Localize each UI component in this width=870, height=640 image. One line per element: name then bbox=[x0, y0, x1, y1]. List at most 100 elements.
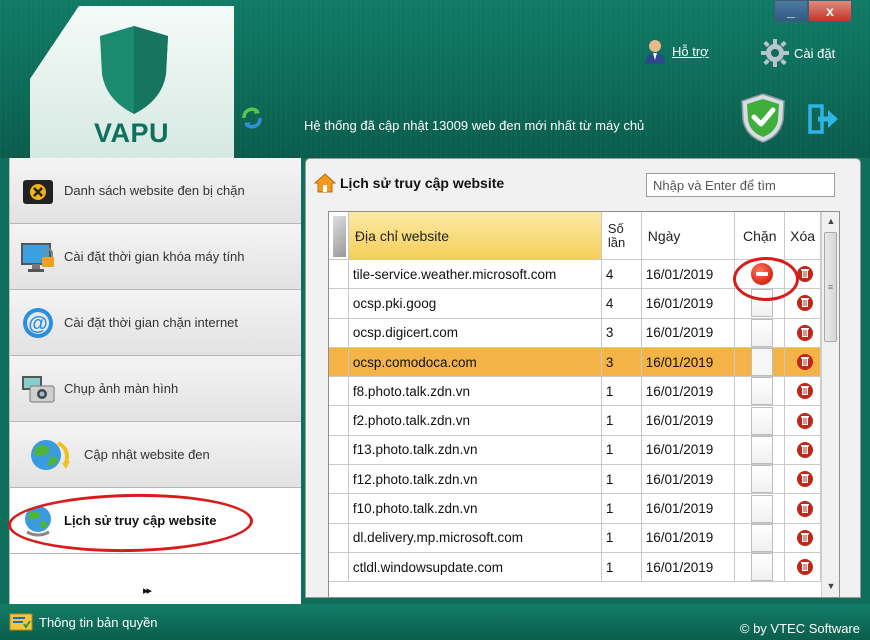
table-row[interactable]: ctldl.windowsupdate.com 1 16/01/2019 bbox=[329, 552, 822, 583]
exit-icon[interactable] bbox=[808, 104, 840, 134]
block-checkbox[interactable] bbox=[750, 318, 773, 347]
license-certificate-icon bbox=[9, 613, 33, 631]
table-scrollbar[interactable]: ▲ ≡ ▼ bbox=[821, 212, 839, 597]
cell-block bbox=[735, 552, 786, 583]
cell-delete bbox=[785, 289, 822, 319]
panel-title: Lịch sử truy cập website bbox=[314, 173, 504, 193]
delete-icon[interactable] bbox=[796, 470, 813, 488]
column-header-address[interactable]: Địa chỉ website bbox=[348, 212, 602, 260]
column-header-times[interactable]: Số lần bbox=[601, 212, 642, 260]
cell-address: f10.photo.talk.zdn.vn bbox=[348, 494, 602, 524]
cell-block bbox=[735, 318, 786, 348]
cell-block bbox=[735, 435, 786, 466]
table-row[interactable]: tile-service.weather.microsoft.com 4 16/… bbox=[329, 260, 822, 290]
cell-times: 1 bbox=[601, 552, 642, 583]
block-checkbox[interactable] bbox=[750, 435, 773, 464]
delete-icon[interactable] bbox=[796, 441, 813, 459]
panel-title-text: Lịch sử truy cập website bbox=[340, 175, 505, 191]
sync-icon[interactable] bbox=[240, 106, 264, 130]
settings-link[interactable]: Cài đặt bbox=[760, 38, 835, 68]
table-row[interactable]: f12.photo.talk.zdn.vn 1 16/01/2019 bbox=[329, 465, 822, 495]
cell-block bbox=[735, 406, 786, 436]
select-all-corner[interactable] bbox=[329, 212, 349, 260]
cell-address: tile-service.weather.microsoft.com bbox=[348, 260, 602, 290]
block-checkbox[interactable] bbox=[750, 553, 773, 582]
sidebar-item-history[interactable]: Lịch sử truy cập website bbox=[7, 488, 301, 555]
column-header-block[interactable]: Chặn bbox=[735, 212, 786, 260]
cell-delete bbox=[785, 318, 822, 348]
table-row[interactable]: ocsp.digicert.com 3 16/01/2019 bbox=[329, 318, 822, 348]
block-checkbox[interactable] bbox=[750, 465, 773, 494]
block-checkbox[interactable] bbox=[750, 289, 773, 318]
delete-icon[interactable] bbox=[796, 500, 813, 518]
cell-block bbox=[735, 260, 786, 290]
blocked-icon[interactable] bbox=[750, 263, 773, 286]
table-row[interactable]: f10.photo.talk.zdn.vn 1 16/01/2019 bbox=[329, 494, 822, 524]
block-checkbox[interactable] bbox=[750, 377, 773, 406]
sidebar-item-update-blacklist[interactable]: Cập nhật website đen bbox=[10, 422, 301, 488]
delete-icon[interactable] bbox=[796, 382, 813, 400]
cell-delete bbox=[785, 406, 822, 436]
row-header bbox=[329, 406, 349, 436]
delete-icon[interactable] bbox=[796, 294, 813, 312]
cell-date: 16/01/2019 bbox=[641, 494, 736, 524]
cell-times: 1 bbox=[601, 406, 642, 436]
blocked-list-icon bbox=[18, 171, 58, 211]
block-checkbox[interactable] bbox=[750, 494, 773, 523]
row-header bbox=[329, 465, 349, 495]
column-header-date[interactable]: Ngày bbox=[641, 212, 736, 260]
sidebar-item-screenshot[interactable]: Chụp ảnh màn hình bbox=[10, 356, 301, 422]
support-link[interactable]: Hỗ trợ bbox=[642, 38, 709, 64]
shield-logo-icon bbox=[100, 26, 168, 114]
table-body: tile-service.weather.microsoft.com 4 16/… bbox=[329, 260, 822, 583]
cell-times: 4 bbox=[601, 260, 642, 290]
delete-icon[interactable] bbox=[796, 324, 813, 342]
scroll-down-icon[interactable]: ▼ bbox=[822, 577, 839, 595]
block-checkbox[interactable] bbox=[750, 523, 773, 552]
cell-date: 16/01/2019 bbox=[641, 406, 736, 436]
table-row[interactable]: f8.photo.talk.zdn.vn 1 16/01/2019 bbox=[329, 377, 822, 407]
table-row-selected[interactable]: ocsp.comodoca.com 3 16/01/2019 bbox=[329, 347, 822, 378]
app-header: VAPU _ x Hỗ trợ Cài đặt Hệ thống đã cập … bbox=[0, 0, 870, 158]
column-header-delete[interactable]: Xóa bbox=[785, 212, 821, 260]
cell-date: 16/01/2019 bbox=[641, 465, 736, 495]
cell-delete bbox=[785, 523, 822, 553]
license-link[interactable]: Thông tin bản quyền bbox=[9, 612, 158, 632]
delete-icon[interactable] bbox=[796, 558, 813, 576]
delete-icon[interactable] bbox=[796, 412, 813, 430]
cell-times: 1 bbox=[601, 523, 642, 553]
cell-times: 1 bbox=[601, 494, 642, 524]
delete-icon[interactable] bbox=[796, 529, 813, 547]
row-header bbox=[329, 552, 349, 583]
update-status-text: Hệ thống đã cập nhật 13009 web đen mới n… bbox=[304, 118, 645, 133]
sidebar-item-computer-lock[interactable]: Cài đặt thời gian khóa máy tính bbox=[10, 224, 301, 290]
search-input[interactable] bbox=[653, 177, 829, 193]
block-checkbox[interactable] bbox=[750, 348, 773, 377]
table-row[interactable]: f2.photo.talk.zdn.vn 1 16/01/2019 bbox=[329, 406, 822, 436]
cell-times: 1 bbox=[601, 465, 642, 495]
scroll-thumb[interactable]: ≡ bbox=[824, 232, 837, 342]
block-checkbox[interactable] bbox=[750, 406, 773, 435]
cell-address: f12.photo.talk.zdn.vn bbox=[348, 465, 602, 495]
close-button[interactable]: x bbox=[808, 0, 852, 22]
row-header bbox=[329, 377, 349, 407]
cell-block bbox=[735, 494, 786, 524]
expand-more-button[interactable]: ▸▸ bbox=[143, 584, 152, 597]
scroll-up-icon[interactable]: ▲ bbox=[822, 212, 839, 230]
search-box bbox=[646, 173, 835, 197]
minimize-button[interactable]: _ bbox=[774, 0, 808, 22]
sidebar-item-internet-block[interactable]: @ Cài đặt thời gian chặn internet bbox=[10, 290, 301, 356]
table-row[interactable]: dl.delivery.mp.microsoft.com 1 16/01/201… bbox=[329, 523, 822, 553]
delete-icon[interactable] bbox=[796, 353, 813, 371]
copyright-text: © by VTEC Software bbox=[739, 621, 860, 636]
home-icon bbox=[314, 173, 336, 193]
cell-date: 16/01/2019 bbox=[641, 552, 736, 583]
cell-delete bbox=[785, 377, 822, 407]
table-row[interactable]: f13.photo.talk.zdn.vn 1 16/01/2019 bbox=[329, 435, 822, 466]
table-row[interactable]: ocsp.pki.goog 4 16/01/2019 bbox=[329, 289, 822, 319]
gear-icon bbox=[761, 39, 789, 67]
sidebar-item-label: Cài đặt thời gian chặn internet bbox=[64, 315, 239, 330]
delete-icon[interactable] bbox=[796, 265, 813, 283]
sidebar-item-blacklist[interactable]: Danh sách website đen bị chặn bbox=[10, 158, 301, 224]
cell-times: 3 bbox=[601, 318, 642, 348]
